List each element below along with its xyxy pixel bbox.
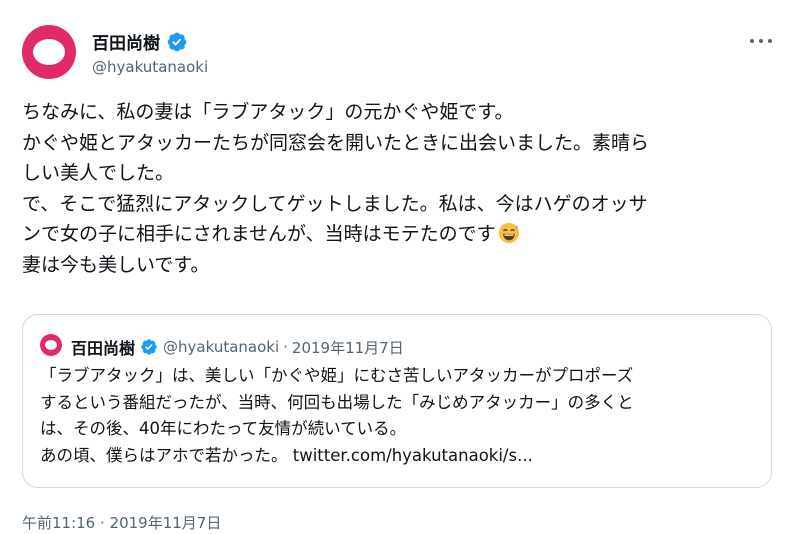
tweet-text-line: 妻は今も美しいです。 [22, 253, 210, 276]
quoted-text-line: は、その後、40年にわたって友情が続いている。 [40, 419, 407, 438]
tweet-text-line: しい美人でした。 [22, 162, 175, 184]
quoted-link[interactable]: twitter.com/hyakutanaoki/s... [293, 446, 533, 465]
quoted-author-name: 百田尚樹 [71, 339, 136, 358]
tweet-timestamp[interactable]: 午前11:16 · 2019年11月7日 [22, 512, 221, 533]
quoted-text-last-line: あの頃、僕らはアホで若かった。 twitter.com/hyakutanaoki… [40, 443, 765, 470]
tweet-text-line-with-emoji: ンで女の子に相手にされませんが、当時はモテたのです [22, 219, 782, 250]
author-name-row: 百田尚樹 [92, 29, 188, 54]
tweet-text-line: で、そこで猛烈にアタックしてゲットしました。私は、今はハゲのオッサ [22, 192, 648, 215]
tweet-card: 百田尚樹 @hyakutanaoki ちなみに、私の妻は「ラブアタック」の元かぐ… [0, 0, 792, 534]
verified-badge-icon [167, 32, 187, 51]
quoted-text-line: 「ラブアタック」は、美しい「かぐや姫」にむさ苦しいアタッカーがプロポーズ [40, 366, 634, 385]
tweet-text: ちなみに、私の妻は「ラブアタック」の元かぐや姫です。 かぐや姫とアタッカーたちが… [22, 97, 782, 280]
author-name[interactable]: 百田尚樹 [92, 29, 160, 54]
more-dot [750, 39, 754, 43]
tweet-text-line: ちなみに、私の妻は「ラブアタック」の元かぐや姫です。 [22, 101, 514, 123]
quoted-author-handle: @hyakutanaoki [163, 338, 280, 356]
quoted-text-line: あの頃、僕らはアホで若かった。 [40, 445, 288, 465]
quoted-author-avatar [40, 334, 62, 356]
tweet-text-line: ンで女の子に相手にされませんが、当時はモテたのです [22, 223, 496, 245]
more-dot [768, 39, 772, 43]
author-handle[interactable]: @hyakutanaoki [92, 58, 208, 76]
quoted-text: 「ラブアタック」は、美しい「かぐや姫」にむさ苦しいアタッカーがプロポーズ すると… [40, 363, 765, 469]
quoted-text-line: するという番組だったが、当時、何回も出場した「みじめアタッカー」の多くと [40, 392, 634, 412]
quoted-header: 百田尚樹 @hyakutanaoki · 2019年11月7日 [71, 335, 404, 359]
more-options-icon[interactable] [750, 34, 772, 48]
grinning-sweat-emoji-icon [498, 222, 519, 244]
quoted-tweet[interactable]: 百田尚樹 @hyakutanaoki · 2019年11月7日 「ラブアタック」… [22, 314, 772, 488]
tweet-text-line: かぐや姫とアタッカーたちが同窓会を開いたときに出会いました。素晴ら [22, 131, 650, 154]
verified-badge-icon [141, 339, 157, 355]
quoted-date[interactable]: 2019年11月7日 [292, 337, 404, 358]
more-dot [759, 39, 763, 43]
quoted-separator: · [283, 338, 288, 356]
author-avatar[interactable] [22, 25, 76, 79]
